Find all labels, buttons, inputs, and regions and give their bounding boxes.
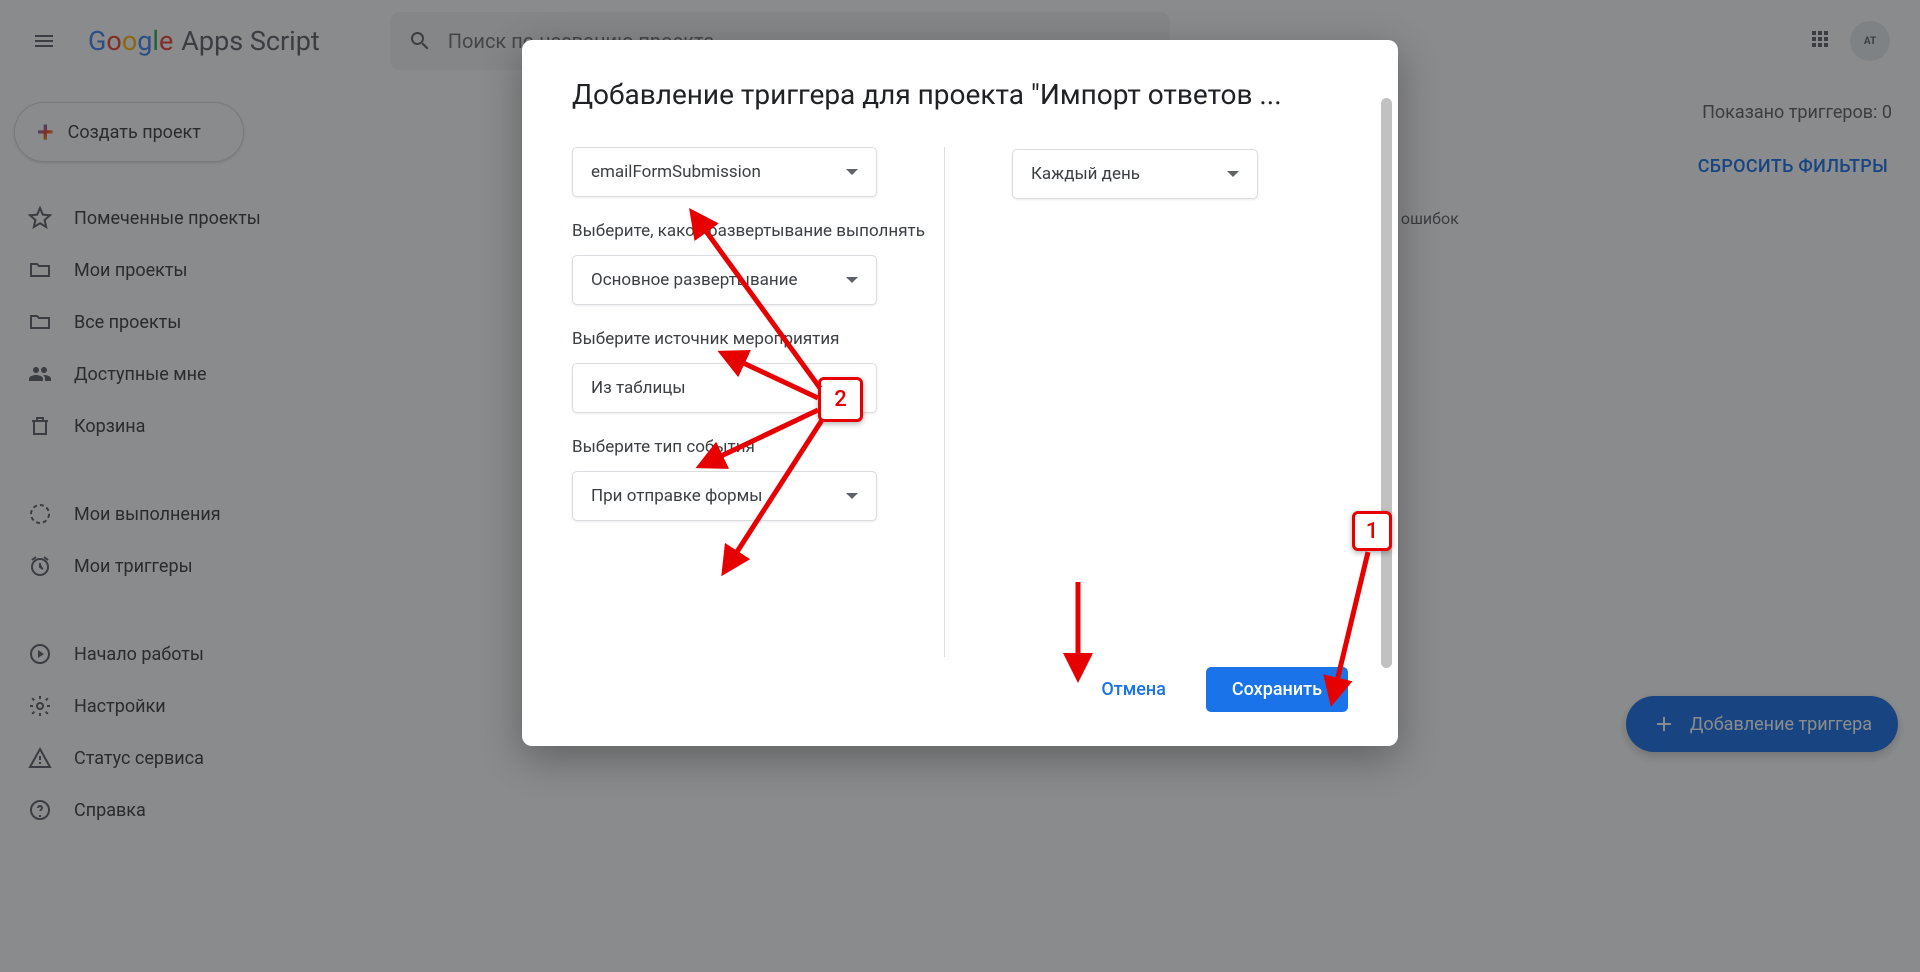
annotation-box-2: 2	[818, 377, 863, 422]
modal-title: Добавление триггера для проекта "Импорт …	[572, 78, 1348, 111]
deployment-label: Выберите, какое развертывание выполнять	[572, 221, 952, 241]
event-type-dropdown[interactable]: При отправке формы	[572, 471, 877, 521]
function-dropdown[interactable]: emailFormSubmission	[572, 147, 877, 197]
save-button[interactable]: Сохранить	[1206, 667, 1348, 712]
chevron-down-icon	[846, 277, 858, 283]
annotation-box-1: 1	[1352, 511, 1392, 551]
notification-frequency-dropdown[interactable]: Каждый день	[1012, 149, 1258, 199]
modal-scrollbar[interactable]	[1381, 98, 1392, 668]
add-trigger-modal: Добавление триггера для проекта "Импорт …	[522, 40, 1398, 746]
event-type-label: Выберите тип события	[572, 437, 952, 457]
deployment-dropdown[interactable]: Основное развертывание	[572, 255, 877, 305]
cancel-button[interactable]: Отмена	[1081, 667, 1186, 712]
modal-overlay: Добавление триггера для проекта "Импорт …	[0, 0, 1920, 972]
chevron-down-icon	[846, 169, 858, 175]
chevron-down-icon	[846, 493, 858, 499]
chevron-down-icon	[1227, 171, 1239, 177]
event-source-label: Выберите источник мероприятия	[572, 329, 952, 349]
